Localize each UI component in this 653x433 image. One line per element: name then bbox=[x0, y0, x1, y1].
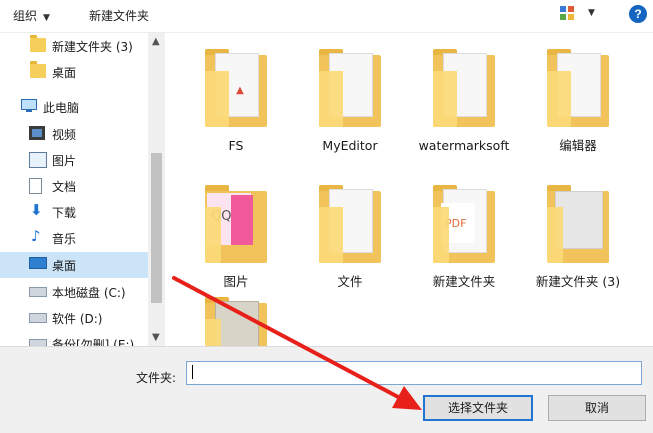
folder-icon bbox=[205, 185, 267, 263]
folder-icon bbox=[319, 49, 381, 127]
nav-item-label: 图片 bbox=[52, 154, 77, 168]
nav-item-label: 备份[勿删] (E:) bbox=[52, 338, 135, 346]
nav-item-local-disk-c[interactable]: 本地磁盘 (C:) bbox=[0, 279, 148, 305]
desktop-icon bbox=[29, 257, 47, 269]
folder-icon bbox=[319, 185, 381, 263]
chevron-down-icon: ▼ bbox=[43, 13, 50, 23]
folder-item-pictures[interactable]: 图片 bbox=[186, 185, 286, 290]
view-options-icon[interactable] bbox=[560, 6, 574, 20]
nav-item-label: 文档 bbox=[52, 180, 77, 194]
navigation-pane: 新建文件夹 (3) 桌面 此电脑 视频 图片 文档 ⬇ 下载 ♪ 音乐 桌面 本… bbox=[0, 33, 165, 346]
nav-item-new-folder-3[interactable]: 新建文件夹 (3) bbox=[0, 33, 148, 59]
nav-item-label: 此电脑 bbox=[43, 101, 80, 115]
nav-item-drive-e[interactable]: 备份[勿删] (E:) bbox=[0, 331, 148, 346]
nav-item-label: 软件 (D:) bbox=[52, 312, 103, 326]
folder-item-myeditor[interactable]: MyEditor bbox=[300, 49, 400, 154]
scroll-up-icon[interactable]: ▲ bbox=[152, 36, 160, 47]
music-note-icon: ♪ bbox=[31, 227, 41, 245]
folder-name: MyEditor bbox=[322, 138, 378, 153]
drive-icon bbox=[29, 339, 47, 346]
folder-item-watermarksoft[interactable]: watermarksoft bbox=[414, 49, 514, 154]
folder-icon bbox=[547, 49, 609, 127]
folder-icon bbox=[433, 185, 495, 263]
folder-icon bbox=[205, 297, 267, 346]
nav-item-label: 新建文件夹 (3) bbox=[52, 40, 133, 54]
scroll-down-icon[interactable]: ▼ bbox=[152, 332, 160, 343]
folder-name: 新建文件夹 (3) bbox=[535, 274, 621, 289]
folder-name: watermarksoft bbox=[418, 138, 510, 153]
folder-name: 新建文件夹 bbox=[432, 274, 496, 289]
nav-item-pictures[interactable]: 图片 bbox=[0, 147, 148, 173]
folder-name: 图片 bbox=[223, 274, 249, 289]
nav-item-label: 视频 bbox=[52, 128, 77, 142]
folder-name: 文件 bbox=[337, 274, 363, 289]
organize-menu-button[interactable]: 组织 ▼ bbox=[13, 7, 50, 24]
nav-item-label: 桌面 bbox=[52, 259, 77, 273]
folder-item-editor[interactable]: 编辑器 bbox=[528, 49, 628, 154]
folder-icon bbox=[30, 35, 46, 52]
nav-item-label: 本地磁盘 (C:) bbox=[52, 286, 126, 300]
nav-item-this-pc[interactable]: 此电脑 bbox=[0, 94, 148, 120]
nav-item-label: 桌面 bbox=[52, 66, 77, 80]
windows-drive-icon bbox=[29, 287, 47, 297]
view-options-chevron-icon[interactable]: ▼ bbox=[588, 8, 595, 18]
picture-icon bbox=[29, 152, 47, 168]
dialog-footer: 文件夹: 选择文件夹 取消 bbox=[0, 346, 653, 433]
scroll-thumb[interactable] bbox=[151, 153, 162, 303]
folder-item-new-folder[interactable]: 新建文件夹 bbox=[414, 185, 514, 290]
nav-item-videos[interactable]: 视频 bbox=[0, 121, 148, 147]
toolbar: 组织 ▼ 新建文件夹 ▼ ? bbox=[0, 0, 653, 33]
nav-item-desktop[interactable]: 桌面 bbox=[0, 252, 148, 278]
folder-name: 编辑器 bbox=[559, 138, 597, 153]
nav-item-desktop-folder[interactable]: 桌面 bbox=[0, 59, 148, 85]
video-icon bbox=[29, 126, 45, 140]
select-folder-button[interactable]: 选择文件夹 bbox=[423, 395, 533, 421]
nav-item-label: 下载 bbox=[52, 206, 77, 220]
nav-scrollbar[interactable]: ▲ ▼ bbox=[148, 33, 165, 346]
folder-field-label: 文件夹: bbox=[136, 371, 177, 385]
file-list: ▲ FS MyEditor watermarksoft 编辑器 图片 bbox=[166, 33, 653, 346]
nav-item-downloads[interactable]: ⬇ 下载 bbox=[0, 199, 148, 225]
nav-item-drive-d[interactable]: 软件 (D:) bbox=[0, 305, 148, 331]
computer-icon bbox=[21, 99, 37, 112]
text-cursor bbox=[192, 365, 193, 379]
organize-label: 组织 bbox=[13, 9, 38, 23]
download-arrow-icon: ⬇ bbox=[30, 201, 43, 219]
nav-item-documents[interactable]: 文档 bbox=[0, 173, 148, 199]
new-folder-button[interactable]: 新建文件夹 bbox=[89, 7, 149, 24]
folder-item-partial[interactable] bbox=[186, 297, 286, 346]
nav-item-label: 音乐 bbox=[52, 232, 77, 246]
folder-item-new-folder-3[interactable]: 新建文件夹 (3) bbox=[528, 185, 628, 290]
nav-item-music[interactable]: ♪ 音乐 bbox=[0, 225, 148, 251]
folder-item-fs[interactable]: ▲ FS bbox=[186, 49, 286, 154]
document-icon bbox=[29, 178, 42, 194]
folder-icon bbox=[547, 185, 609, 263]
folder-name-input[interactable] bbox=[186, 361, 642, 385]
folder-item-files[interactable]: 文件 bbox=[300, 185, 400, 290]
help-icon[interactable]: ? bbox=[629, 5, 647, 23]
drive-icon bbox=[29, 313, 47, 323]
folder-icon: ▲ bbox=[205, 49, 267, 127]
cancel-button[interactable]: 取消 bbox=[548, 395, 646, 421]
folder-icon bbox=[433, 49, 495, 127]
folder-name: FS bbox=[228, 138, 244, 153]
folder-icon bbox=[30, 61, 46, 78]
